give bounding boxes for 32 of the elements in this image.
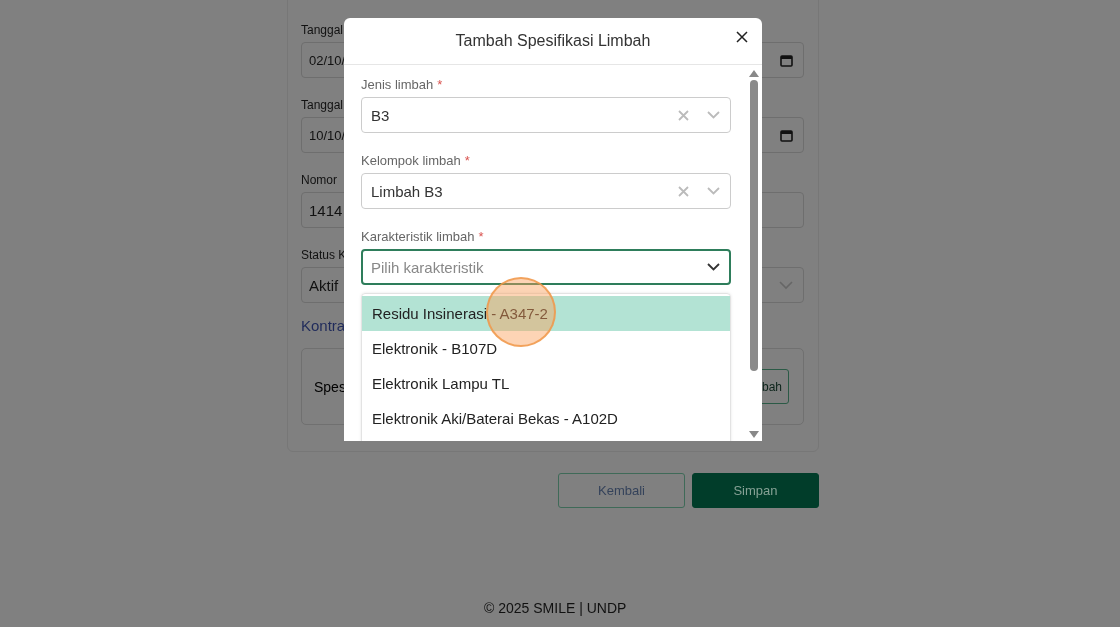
clear-icon[interactable] <box>678 185 689 197</box>
calendar-icon <box>780 53 793 67</box>
field-label: Nomor <box>301 173 337 187</box>
close-icon <box>736 31 748 43</box>
required-mark: * <box>437 77 443 92</box>
required-mark: * <box>464 153 470 168</box>
dropdown-option[interactable]: Residu Insinerasi - A347-2 <box>362 296 730 331</box>
dropdown-option[interactable]: Elektronik Lampu TL <box>362 366 730 401</box>
clear-icon[interactable] <box>678 109 689 121</box>
select-field[interactable]: Pilih karakteristik <box>361 249 731 285</box>
footer-text: © 2025 SMILE | UNDP <box>484 600 627 616</box>
scrollbar-thumb[interactable] <box>750 80 758 371</box>
field-label: Kelompok limbah <box>361 153 461 168</box>
chevron-down-icon <box>779 280 793 290</box>
field-label: Jenis limbah <box>361 77 434 92</box>
chevron-down-icon[interactable] <box>707 263 720 271</box>
scroll-up-icon <box>749 70 759 77</box>
select-field[interactable]: B3 <box>361 97 731 133</box>
field-label: Tanggal <box>301 98 344 112</box>
section-title: Spes <box>314 378 346 395</box>
calendar-icon <box>780 128 793 142</box>
required-mark: * <box>478 229 484 244</box>
field-label: Tanggal <box>301 23 344 37</box>
save-button[interactable]: Simpan <box>692 473 819 508</box>
close-button[interactable] <box>736 31 750 45</box>
scroll-down-icon <box>749 431 759 438</box>
dropdown-option[interactable]: Elektronik Aki/Baterai Bekas - A102D <box>362 401 730 436</box>
select-field[interactable]: Limbah B3 <box>361 173 731 209</box>
field-label: Karakteristik limbah <box>361 229 475 244</box>
scrollbar[interactable] <box>749 70 759 438</box>
dropdown-option[interactable]: Elektronik - B107D <box>362 331 730 366</box>
modal-title: Tambah Spesifikasi Limbah <box>455 32 651 50</box>
